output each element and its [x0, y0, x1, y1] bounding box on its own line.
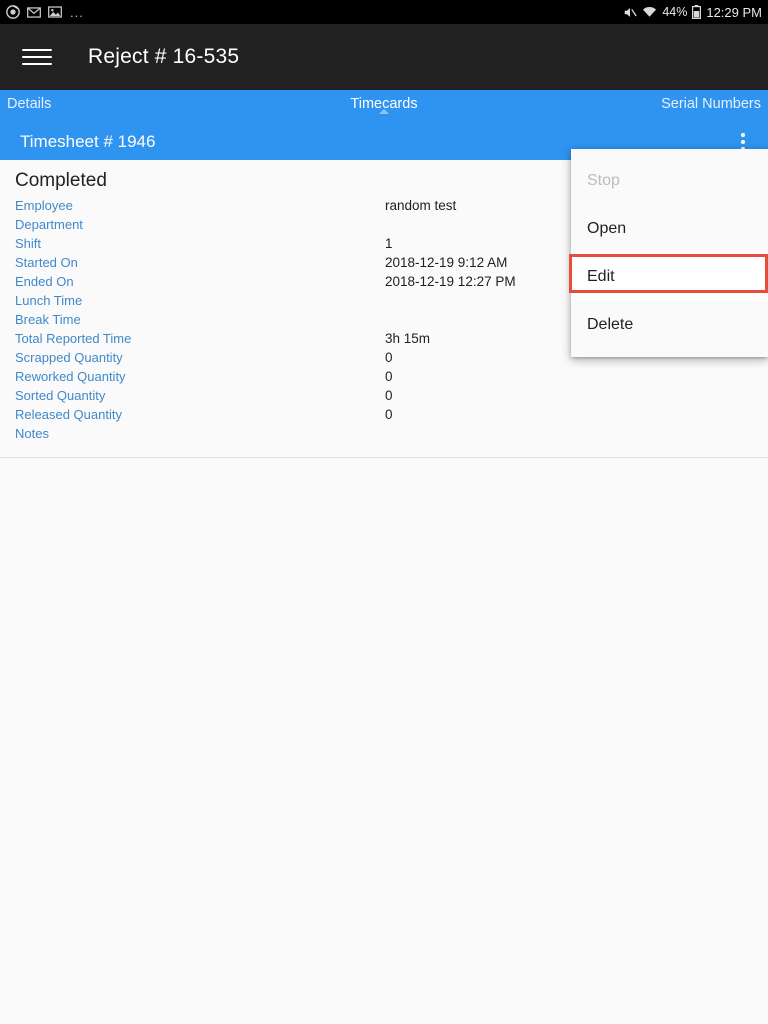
- table-row: Sorted Quantity 0: [0, 388, 768, 407]
- menu-item-stop: Stop: [587, 172, 620, 189]
- tab-bar: Details Timecards Serial Numbers: [0, 90, 768, 124]
- image-icon: [48, 6, 62, 18]
- row-value: 1: [385, 236, 393, 251]
- battery-percent-label: 44%: [662, 5, 688, 19]
- status-bar: ... 44% 12:29 PM: [0, 0, 768, 24]
- row-label: Scrapped Quantity: [15, 350, 123, 365]
- row-value: random test: [385, 198, 457, 213]
- menu-item-delete[interactable]: Delete: [571, 301, 768, 349]
- mail-icon: [27, 6, 41, 18]
- row-label: Total Reported Time: [15, 331, 132, 346]
- row-value: 0: [385, 407, 393, 422]
- mute-icon: [623, 6, 637, 19]
- status-bar-right: 44% 12:29 PM: [623, 5, 762, 20]
- row-value: 3h 15m: [385, 331, 431, 346]
- row-label: Released Quantity: [15, 407, 122, 422]
- row-label: Break Time: [15, 312, 81, 327]
- row-value: 0: [385, 350, 393, 365]
- row-label: Lunch Time: [15, 293, 83, 308]
- hamburger-menu-icon[interactable]: [22, 46, 52, 68]
- row-label: Employee: [15, 198, 73, 213]
- chrome-icon: [6, 5, 20, 19]
- menu-item-open[interactable]: Open: [571, 205, 768, 253]
- row-value: 2018-12-19 12:27 PM: [385, 274, 516, 289]
- clock-label: 12:29 PM: [706, 4, 762, 20]
- table-row: Released Quantity 0: [0, 407, 768, 426]
- row-label: Reworked Quantity: [15, 369, 126, 384]
- status-overflow-ellipsis: ...: [70, 4, 84, 20]
- row-label: Notes: [15, 426, 49, 441]
- active-tab-caret-icon: [379, 109, 389, 114]
- tab-serial-numbers[interactable]: Serial Numbers: [661, 96, 761, 112]
- row-label: Ended On: [15, 274, 74, 289]
- row-label: Shift: [15, 236, 42, 251]
- battery-icon: [692, 5, 702, 19]
- row-value: 0: [385, 388, 393, 403]
- table-row: Notes: [0, 426, 768, 445]
- menu-item-edit[interactable]: Edit: [571, 253, 768, 301]
- row-value: 0: [385, 369, 393, 384]
- row-label: Department: [15, 217, 83, 232]
- app-bar: Reject # 16-535: [0, 24, 768, 90]
- row-value: 2018-12-19 9:12 AM: [385, 255, 508, 270]
- tab-details[interactable]: Details: [7, 96, 51, 112]
- overflow-popup-menu: Stop Open Edit Delete: [571, 149, 768, 357]
- table-row: Reworked Quantity 0: [0, 369, 768, 388]
- timesheet-title: Timesheet # 1946: [20, 132, 156, 151]
- wifi-icon: [642, 6, 657, 18]
- row-label: Sorted Quantity: [15, 388, 106, 403]
- row-label: Started On: [15, 255, 78, 270]
- page-title: Reject # 16-535: [88, 45, 240, 68]
- status-bar-left-icons: ...: [6, 5, 84, 20]
